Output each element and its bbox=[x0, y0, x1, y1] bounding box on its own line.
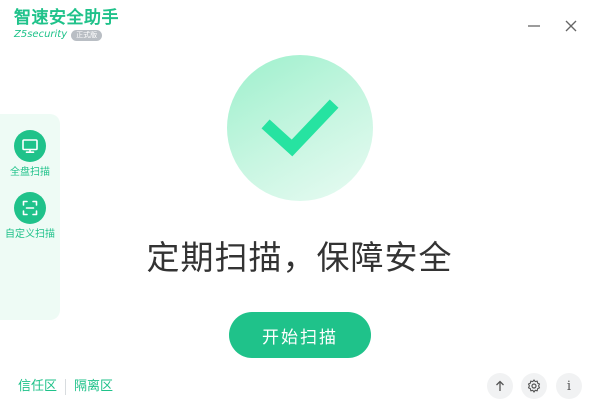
brand-logo: 智速安全助手 Z5security 正式版 bbox=[14, 8, 119, 41]
info-icon: i bbox=[566, 378, 572, 394]
trust-zone-link[interactable]: 信任区 bbox=[18, 377, 57, 397]
start-scan-button[interactable]: 开始扫描 bbox=[229, 312, 371, 358]
close-icon bbox=[565, 20, 577, 32]
app-title: 智速安全助手 bbox=[14, 8, 119, 28]
upload-button[interactable] bbox=[487, 373, 513, 399]
status-circle bbox=[227, 55, 373, 201]
settings-button[interactable] bbox=[521, 373, 547, 399]
info-button[interactable]: i bbox=[556, 373, 582, 399]
close-button[interactable] bbox=[559, 14, 583, 38]
full-scan-icon-wrap bbox=[14, 130, 46, 162]
checkmark-icon bbox=[261, 99, 339, 157]
custom-scan-icon-wrap bbox=[14, 192, 46, 224]
version-badge: 正式版 bbox=[71, 29, 103, 41]
minus-icon bbox=[528, 25, 540, 27]
minimize-button[interactable] bbox=[522, 14, 546, 38]
page-headline: 定期扫描，保障安全 bbox=[146, 238, 453, 277]
sidebar-item-custom-scan[interactable]: 自定义扫描 bbox=[0, 192, 60, 241]
footer-links: 信任区 隔离区 bbox=[18, 377, 113, 397]
monitor-icon bbox=[22, 139, 38, 153]
sidebar: 全盘扫描 自定义扫描 bbox=[0, 114, 60, 320]
scan-frame-icon bbox=[22, 200, 38, 216]
app-subtitle: Z5security bbox=[14, 29, 68, 40]
footer-divider bbox=[65, 379, 67, 395]
brand-subline: Z5security 正式版 bbox=[14, 29, 119, 41]
upload-arrow-icon bbox=[496, 380, 504, 391]
sidebar-item-label: 全盘扫描 bbox=[10, 167, 50, 178]
quarantine-link[interactable]: 隔离区 bbox=[74, 377, 113, 397]
sidebar-item-full-scan[interactable]: 全盘扫描 bbox=[0, 130, 60, 179]
gear-icon bbox=[527, 379, 541, 393]
